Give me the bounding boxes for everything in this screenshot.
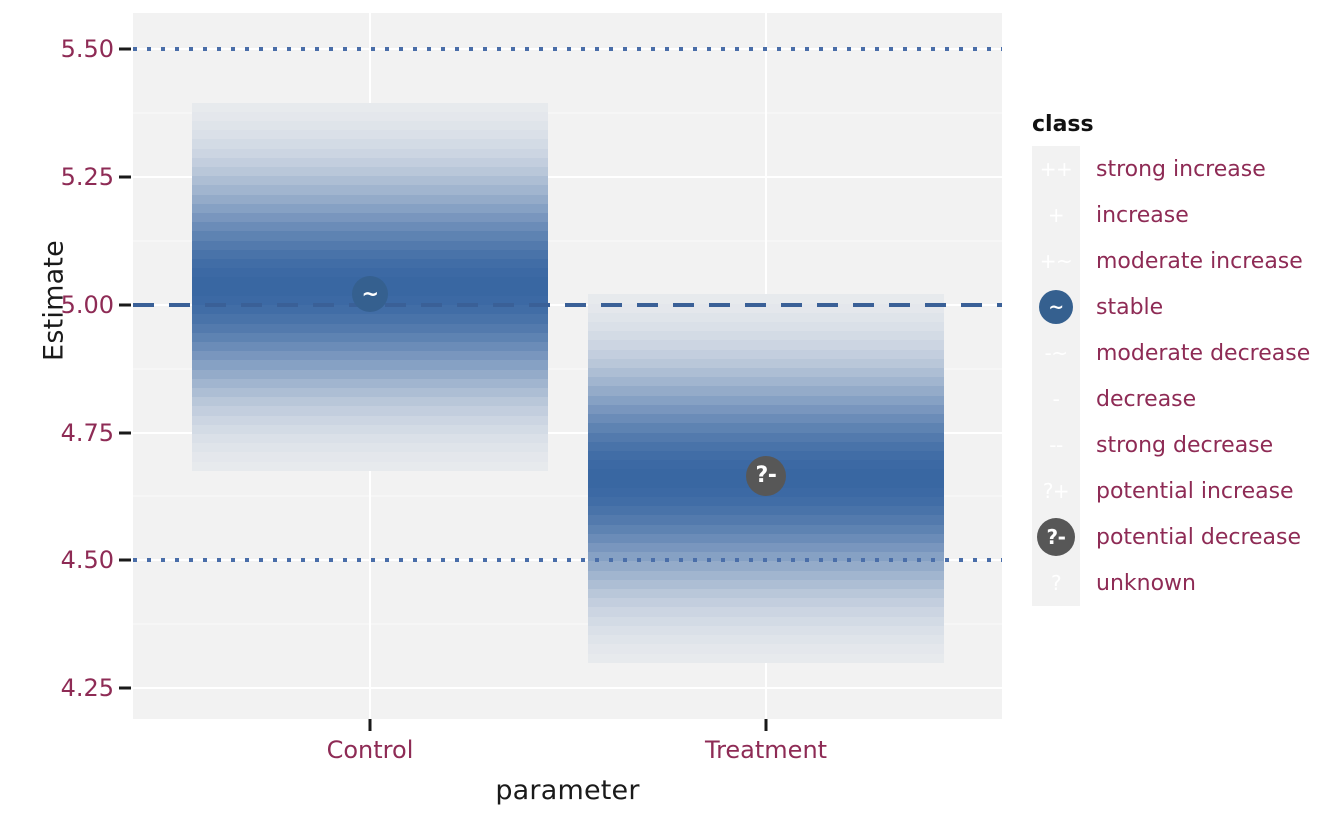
- y-tick-mark: [119, 431, 131, 434]
- legend-glyph-stable: ~: [1039, 290, 1073, 324]
- y-tick-mark: [119, 686, 131, 690]
- legend-item[interactable]: ++ strong increase: [1026, 146, 1336, 192]
- legend-glyph-potential-decrease: ?-: [1037, 518, 1075, 556]
- legend-key: ++: [1032, 146, 1080, 192]
- legend-key: -: [1032, 376, 1080, 422]
- legend-key: -~: [1032, 330, 1080, 376]
- y-tick-mark: [119, 303, 131, 307]
- legend-glyph-moderate-decrease: -~: [1044, 341, 1068, 365]
- legend-label: strong decrease: [1096, 432, 1274, 458]
- y-tick-label: 4.50: [60, 546, 114, 575]
- plot-panel: ~ ?-: [133, 13, 1002, 719]
- density-stripe: [192, 461, 548, 472]
- legend-key: ~: [1032, 284, 1080, 330]
- x-axis-title: parameter: [495, 775, 640, 806]
- y-tick-label: 5.25: [60, 162, 114, 191]
- legend-label: unknown: [1096, 570, 1196, 596]
- legend: class ++ strong increase + increase +~ modera…: [1026, 112, 1336, 606]
- legend-label: increase: [1096, 202, 1189, 228]
- legend-item[interactable]: - decrease: [1026, 376, 1336, 422]
- legend-glyph-increase: +: [1047, 203, 1065, 227]
- legend-title: class: [1032, 112, 1094, 137]
- legend-glyph-moderate-increase: +~: [1039, 249, 1073, 273]
- y-tick-label: 5.50: [60, 34, 114, 63]
- ggplot-figure: Estimate 5.50 5.25 5.00 4.75 4.50 4.25 Contro…: [0, 0, 1344, 830]
- legend-key: +~: [1032, 238, 1080, 284]
- legend-label: potential increase: [1096, 478, 1294, 504]
- legend-label: stable: [1096, 294, 1164, 320]
- x-tick-label: Control: [326, 736, 414, 764]
- legend-item[interactable]: + increase: [1026, 192, 1336, 238]
- legend-glyph-strong-decrease: --: [1049, 433, 1063, 457]
- legend-item[interactable]: -~ moderate decrease: [1026, 330, 1336, 376]
- legend-label: potential decrease: [1096, 524, 1302, 550]
- y-tick-label: 4.75: [60, 418, 114, 447]
- reference-line-dashed: [133, 302, 1002, 307]
- x-tick-mark: [764, 719, 768, 731]
- legend-glyph-decrease: -: [1052, 387, 1060, 411]
- class-marker-control[interactable]: ~: [352, 276, 388, 313]
- legend-key: --: [1032, 422, 1080, 468]
- x-tick-label: Treatment: [704, 736, 828, 764]
- y-tick-mark: [119, 175, 131, 179]
- legend-key: +: [1032, 192, 1080, 238]
- legend-item[interactable]: ~ stable: [1026, 284, 1336, 330]
- y-tick-mark: [119, 558, 131, 562]
- legend-label: moderate decrease: [1096, 340, 1311, 366]
- legend-label: moderate increase: [1096, 248, 1303, 274]
- class-marker-treatment[interactable]: ?-: [746, 455, 786, 496]
- x-tick-mark: [368, 719, 372, 731]
- legend-item[interactable]: ?- potential decrease: [1026, 514, 1336, 560]
- legend-key: ?+: [1032, 468, 1080, 514]
- y-tick-label: 5.00: [60, 290, 114, 319]
- legend-glyph-potential-increase: ?+: [1042, 479, 1070, 503]
- reference-line-dotted: [133, 46, 1002, 51]
- y-tick-mark: [119, 47, 131, 51]
- y-tick-label: 4.25: [60, 674, 114, 703]
- legend-label: decrease: [1096, 386, 1197, 412]
- density-stripe: [588, 653, 944, 664]
- gridline-major: [133, 687, 1002, 690]
- legend-key: ?-: [1032, 514, 1080, 560]
- legend-key: ?: [1032, 560, 1080, 606]
- legend-glyph-strong-increase: ++: [1039, 157, 1073, 181]
- legend-items: ++ strong increase + increase +~ moderate inc…: [1026, 146, 1336, 606]
- legend-item[interactable]: ? unknown: [1026, 560, 1336, 606]
- legend-item[interactable]: -- strong decrease: [1026, 422, 1336, 468]
- legend-label: strong increase: [1096, 156, 1266, 182]
- legend-item[interactable]: +~ moderate increase: [1026, 238, 1336, 284]
- legend-glyph-unknown: ?: [1050, 571, 1062, 595]
- legend-item[interactable]: ?+ potential increase: [1026, 468, 1336, 514]
- reference-line-dotted: [133, 558, 1002, 563]
